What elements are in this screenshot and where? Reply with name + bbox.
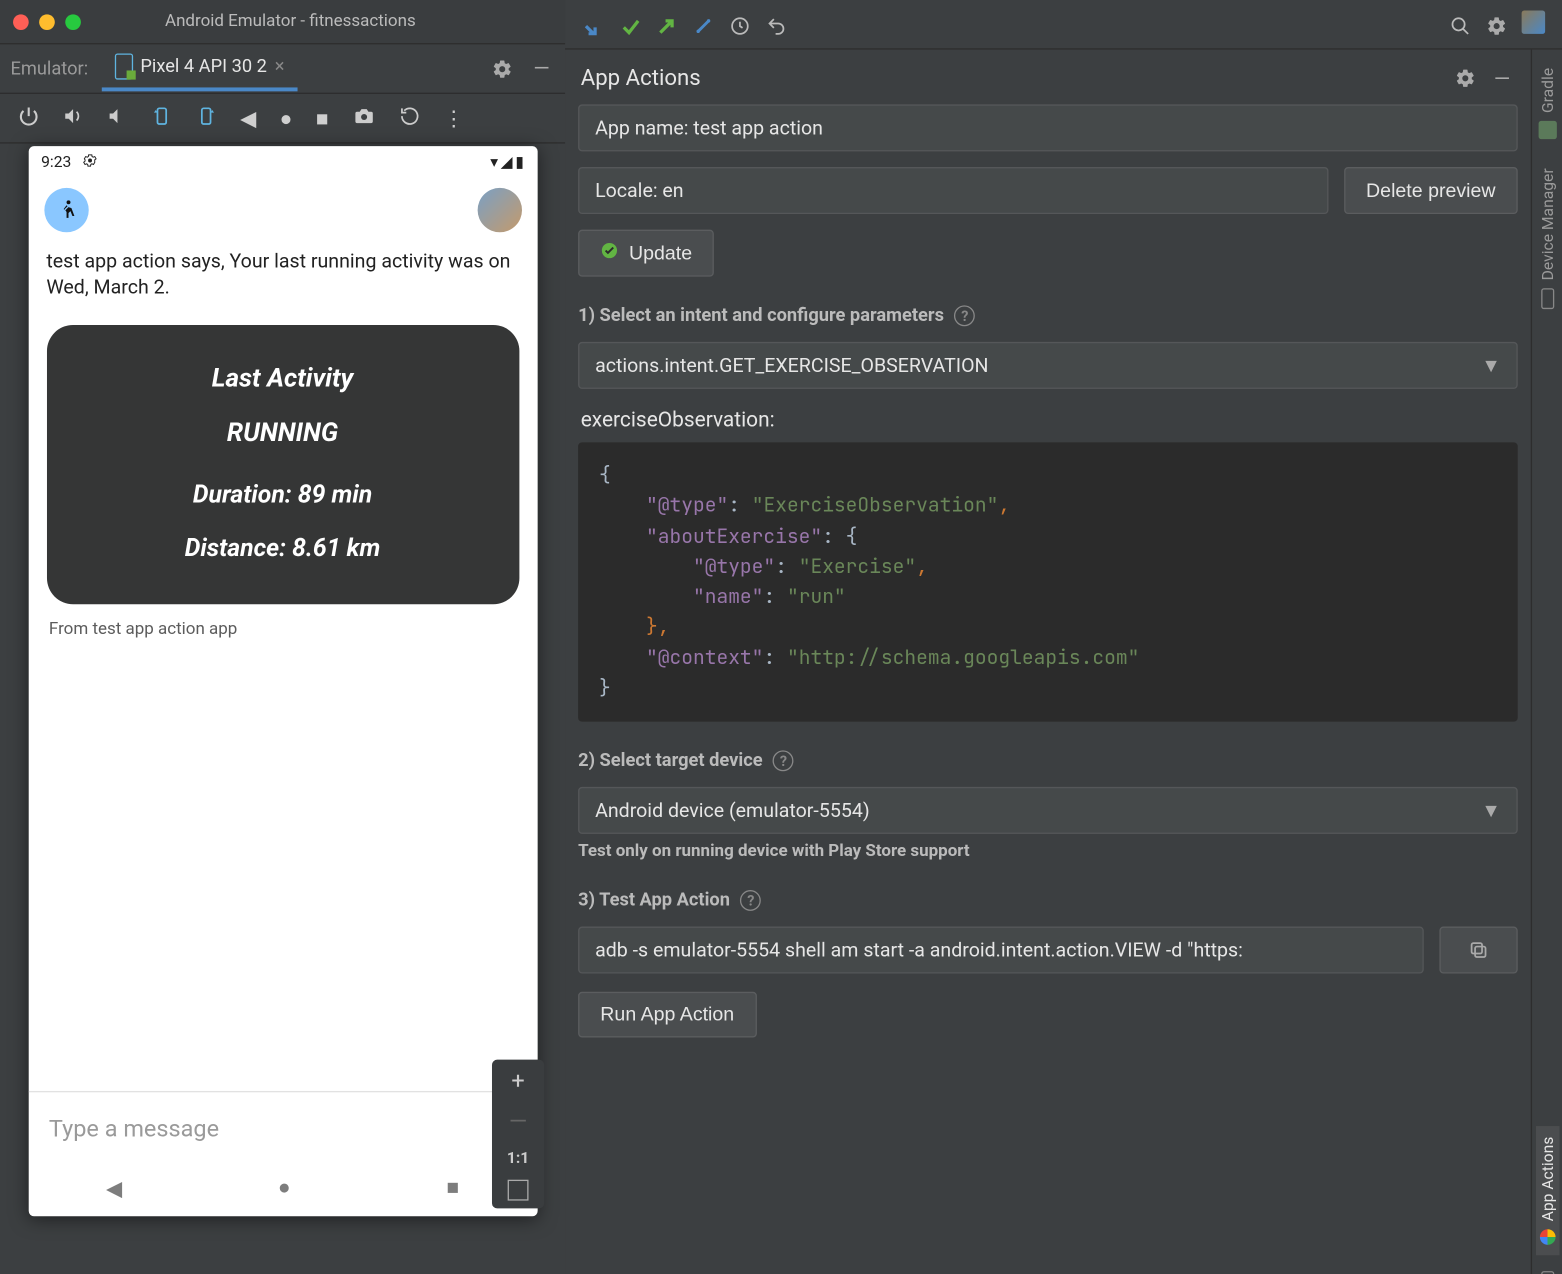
- step-into-icon[interactable]: [576, 12, 613, 37]
- step-3-label: 3) Test App Action ?: [578, 890, 1518, 911]
- rotate-right-icon[interactable]: [196, 104, 217, 133]
- android-navbar: ◀ ● ■: [28, 1159, 537, 1216]
- emulator-minimize-icon[interactable]: —: [529, 55, 555, 81]
- chevron-down-icon: ▼: [1481, 799, 1500, 822]
- gradle-icon: [1538, 121, 1556, 139]
- home-icon[interactable]: ●: [280, 105, 293, 131]
- card-duration: Duration: 89 min: [59, 478, 505, 508]
- card-attribution: From test app action app: [28, 604, 537, 655]
- assistant-header: [28, 177, 537, 242]
- gutter-tab-emulator[interactable]: [1538, 1263, 1556, 1274]
- app-avatar[interactable]: [44, 188, 88, 232]
- gutter-tab-device-manager[interactable]: Device Manager: [1535, 157, 1558, 319]
- emulator-tab-bar-label: Emulator:: [10, 58, 88, 79]
- nav-overview-icon[interactable]: ■: [446, 1175, 459, 1201]
- undo-icon[interactable]: [758, 12, 795, 37]
- emulator-tab-name: Pixel 4 API 30 2: [140, 56, 267, 77]
- zoom-in-icon[interactable]: +: [511, 1067, 524, 1094]
- panel-settings-icon[interactable]: [1452, 65, 1478, 91]
- phone-icon: [114, 54, 132, 80]
- assistant-input-area[interactable]: Type a message: [28, 1091, 537, 1159]
- zoom-fit-icon[interactable]: [508, 1180, 529, 1201]
- rotate-left-icon[interactable]: [151, 104, 172, 133]
- device-dropdown[interactable]: Android device (emulator-5554) ▼: [578, 787, 1518, 834]
- profile-avatar[interactable]: [477, 188, 521, 232]
- assistant-input-placeholder[interactable]: Type a message: [49, 1116, 516, 1143]
- emulator-toolbar: ◀ ● ■ ⋮: [0, 94, 565, 144]
- search-icon[interactable]: [1442, 12, 1479, 37]
- emulator-window-title: Android Emulator - fitnessactions: [29, 12, 552, 32]
- power-icon[interactable]: [18, 105, 39, 131]
- emulator-tab-bar: Emulator: Pixel 4 API 30 2 × —: [0, 44, 565, 94]
- adb-command-field[interactable]: adb -s emulator-5554 shell am start -a a…: [578, 927, 1424, 974]
- profile-icon[interactable]: [1515, 10, 1552, 39]
- delete-preview-button[interactable]: Delete preview: [1344, 167, 1518, 214]
- help-icon[interactable]: ?: [740, 890, 761, 911]
- check-circle-icon: [600, 241, 618, 264]
- chevron-down-icon: ▼: [1481, 354, 1500, 377]
- sync-icon[interactable]: [685, 12, 722, 37]
- history-icon[interactable]: [722, 12, 759, 37]
- ide-toolbar: [565, 0, 1562, 50]
- device-manager-icon: [1541, 288, 1554, 309]
- card-activity-type: RUNNING: [59, 416, 505, 447]
- apply-icon[interactable]: [612, 12, 649, 37]
- app-name-field[interactable]: App name: test app action: [578, 104, 1518, 151]
- locale-field[interactable]: Locale: en: [578, 167, 1328, 214]
- signal-icon: ◢: [501, 153, 513, 171]
- record-icon[interactable]: [399, 105, 420, 131]
- intent-dropdown[interactable]: actions.intent.GET_EXERCISE_OBSERVATION …: [578, 342, 1518, 389]
- nav-back-icon[interactable]: ◀: [106, 1175, 122, 1200]
- panel-minimize-icon[interactable]: —: [1489, 65, 1515, 91]
- card-distance: Distance: 8.61 km: [59, 532, 505, 562]
- device-selected-value: Android device (emulator-5554): [595, 799, 870, 822]
- panel-title: App Actions: [581, 65, 701, 91]
- battery-icon: ▮: [515, 153, 524, 171]
- intent-selected-value: actions.intent.GET_EXERCISE_OBSERVATION: [595, 354, 988, 377]
- wifi-icon: ▾: [490, 153, 498, 171]
- assistant-response-text: test app action says, Your last running …: [28, 243, 537, 325]
- back-icon[interactable]: ◀: [240, 106, 256, 131]
- statusbar-settings-icon: [82, 152, 98, 172]
- update-button[interactable]: Update: [578, 230, 714, 277]
- zoom-ratio-button[interactable]: 1:1: [507, 1148, 529, 1166]
- gutter-tab-gradle[interactable]: Gradle: [1535, 57, 1558, 149]
- statusbar-clock: 9:23: [41, 153, 71, 171]
- close-tab-icon[interactable]: ×: [275, 56, 285, 77]
- parameter-label: exerciseObservation:: [581, 407, 1518, 432]
- step-2-label: 2) Select target device ?: [578, 750, 1518, 771]
- phone-screen: 9:23 ▾ ◢ ▮ test app action says, Yo: [28, 146, 537, 1216]
- ide-main-area: App Actions — App name: test app action …: [565, 0, 1562, 1274]
- android-statusbar: 9:23 ▾ ◢ ▮: [28, 146, 537, 177]
- emulator-titlebar: Android Emulator - fitnessactions: [0, 0, 565, 44]
- window-close-icon[interactable]: [13, 14, 29, 30]
- help-icon[interactable]: ?: [773, 750, 794, 771]
- zoom-controls: + — 1:1: [492, 1060, 544, 1209]
- emulator-settings-icon[interactable]: [489, 55, 515, 81]
- help-icon[interactable]: ?: [954, 305, 975, 326]
- assistant-icon: [1539, 1229, 1555, 1245]
- emulator-device-tab[interactable]: Pixel 4 API 30 2 ×: [101, 46, 297, 92]
- right-gutter: Gradle Device Manager App Actions: [1531, 50, 1562, 1274]
- device-hint: Test only on running device with Play St…: [578, 842, 1518, 862]
- copy-command-button[interactable]: [1439, 927, 1517, 974]
- nav-home-icon[interactable]: ●: [278, 1175, 291, 1201]
- json-editor[interactable]: { "@type": "ExerciseObservation", "about…: [578, 442, 1518, 721]
- emulator-window: Android Emulator - fitnessactions Emulat…: [0, 0, 565, 1274]
- ide-settings-icon[interactable]: [1479, 12, 1516, 37]
- app-actions-panel: App Actions — App name: test app action …: [565, 50, 1531, 1274]
- run-app-action-button[interactable]: Run App Action: [578, 992, 756, 1038]
- step-1-label: 1) Select an intent and configure parame…: [578, 305, 1518, 326]
- more-icon[interactable]: ⋮: [443, 106, 464, 131]
- overview-icon[interactable]: ■: [316, 105, 329, 131]
- screenshot-icon[interactable]: [352, 105, 375, 131]
- gutter-tab-app-actions[interactable]: App Actions: [1535, 1126, 1558, 1255]
- zoom-out-icon[interactable]: —: [509, 1108, 527, 1135]
- step-out-icon[interactable]: [649, 12, 686, 37]
- volume-up-icon[interactable]: [63, 105, 84, 131]
- volume-down-icon[interactable]: [107, 105, 128, 131]
- activity-card: Last Activity RUNNING Duration: 89 min D…: [46, 324, 518, 603]
- card-title: Last Activity: [59, 361, 505, 392]
